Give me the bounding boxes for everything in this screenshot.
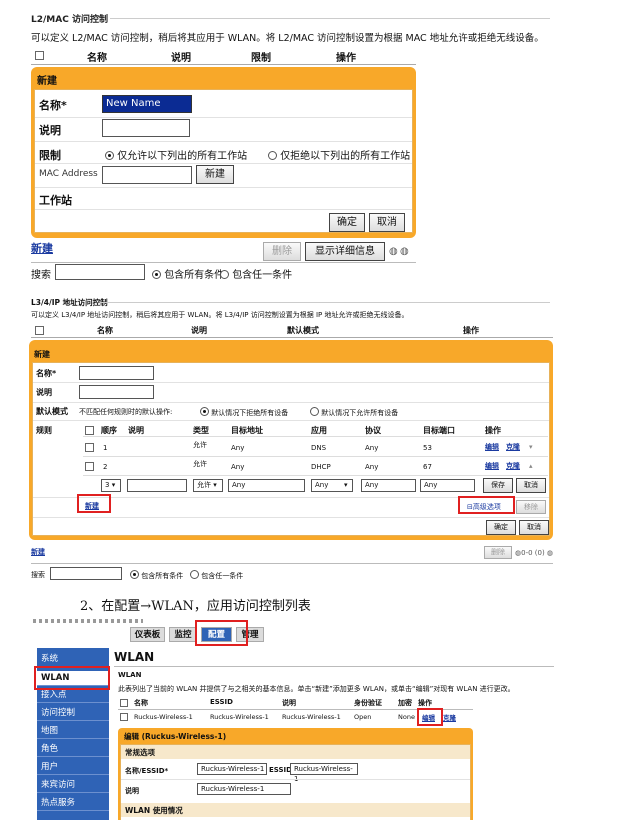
type-select[interactable]: 允许 ▾ — [193, 479, 223, 492]
rule-new-row: 3 ▾ 允许 ▾ Any Any ▾ Any Any 保存 取消 — [83, 477, 548, 495]
highlight-advanced — [458, 496, 515, 514]
rule-clone-link[interactable]: 克隆 — [506, 442, 520, 452]
mode-allow-option[interactable]: 默认情况下允许所有设备 — [310, 407, 398, 418]
l2-table-header: 名称 说明 限制 操作 — [31, 48, 416, 65]
highlight-new-link — [77, 494, 111, 513]
col-action: 操作 — [336, 53, 356, 64]
rule-edit-link[interactable]: 编辑 — [485, 461, 499, 471]
deny-option[interactable]: 仅拒绝以下列出的所有工作站 — [268, 147, 410, 162]
l3-description: 可以定义 L3/4/IP 地址访问控制，稍后将其应用于 WLAN。将 L3/4/… — [31, 311, 409, 319]
l2-show-details-button[interactable]: 显示详细信息 — [305, 242, 385, 261]
prev-page-icon[interactable]: ◍ — [389, 246, 398, 257]
tab-dashboard[interactable]: 仪表板 — [130, 627, 165, 642]
wlan-edit-panel: 编辑 (Ruckus-Wireless-1) 常规选项 名称/ESSID* Ru… — [118, 728, 473, 820]
wlan-heading: WLAN — [114, 650, 155, 664]
desc-label: 说明 — [39, 124, 61, 137]
l3-cancel-button[interactable]: 取消 — [519, 520, 549, 535]
l3-new-link[interactable]: 新建 — [31, 547, 45, 557]
l2-cancel-button[interactable]: 取消 — [369, 213, 405, 232]
step-instruction: 2、在配置→WLAN，应用访问控制列表 — [80, 599, 311, 614]
sidebar-item-ap[interactable]: 接入点 — [37, 688, 109, 703]
order-select[interactable]: 3 ▾ — [101, 479, 121, 492]
l3-ok-button[interactable]: 确定 — [486, 520, 516, 535]
rule-row: 1 允许 Any DNS Any 53 编辑 克隆 ▾ — [83, 439, 548, 457]
rule-save-button[interactable]: 保存 — [483, 478, 513, 493]
mac-create-button[interactable]: 新建 — [196, 165, 234, 184]
proto-input[interactable]: Any — [361, 479, 416, 492]
l2-section-title: L2/MAC 访问控制 — [31, 15, 108, 25]
l2-description: 可以定义 L2/MAC 访问控制，稍后将其应用于 WLAN。将 L2/MAC 访… — [31, 33, 544, 44]
l3-desc-input[interactable] — [79, 385, 154, 399]
name-label: 名称* — [39, 99, 67, 112]
move-down-icon[interactable]: ▾ — [529, 443, 533, 451]
station-label: 工作站 — [39, 194, 72, 207]
name-input[interactable]: New Name — [102, 95, 192, 113]
restrict-label: 限制 — [39, 149, 61, 162]
sidebar-item-maps[interactable]: 地图 — [37, 724, 109, 739]
mac-input[interactable] — [102, 166, 192, 184]
l3-select-all-checkbox[interactable] — [35, 326, 44, 335]
rule-edit-link[interactable]: 编辑 — [485, 442, 499, 452]
sidebar-item-system[interactable]: 系统 — [37, 652, 109, 667]
l2-new-link[interactable]: 新建 — [31, 240, 53, 256]
rules-header: 顺序 说明 类型 目标地址 应用 协议 目标端口 操作 — [83, 423, 548, 437]
rule-cancel-button[interactable]: 取消 — [516, 478, 546, 493]
l2-search-label: 搜索 — [31, 270, 51, 281]
l3-section-title: L3/4/IP 地址访问控制 — [31, 298, 108, 307]
l3-delete-button[interactable]: 删除 — [484, 546, 512, 559]
sidebar-item-roles[interactable]: 角色 — [37, 742, 109, 757]
wlan-name-input[interactable]: Ruckus-Wireless-1 — [197, 763, 267, 775]
l3-name-input[interactable] — [79, 366, 154, 380]
mode-deny-option[interactable]: 默认情况下拒绝所有设备 — [200, 407, 288, 418]
l3-match-any[interactable]: 包含任一条件 — [190, 570, 243, 581]
wlan-desc-input[interactable]: Ruckus-Wireless-1 — [197, 783, 291, 795]
l2-match-any[interactable]: 包含任一条件 — [220, 266, 292, 281]
next-page-icon[interactable]: ◍ — [400, 246, 409, 257]
dropdown-arrow-icon[interactable]: ▾ — [344, 481, 348, 489]
wlan-usage-header: WLAN 使用情况 — [121, 803, 470, 817]
rule-desc-input[interactable] — [127, 479, 187, 492]
move-up-icon[interactable]: ▴ — [529, 462, 533, 470]
l3-table-header: 名称 说明 默认模式 操作 — [31, 324, 553, 338]
highlight-wlan-item — [34, 666, 110, 690]
desc-input[interactable] — [102, 119, 190, 137]
panel-title: 新建 — [37, 76, 57, 87]
edit-panel-title: 编辑 (Ruckus-Wireless-1) — [124, 732, 227, 741]
sidebar-item-access-control[interactable]: 访问控制 — [37, 706, 109, 721]
port-input[interactable]: Any — [420, 479, 475, 492]
allow-option[interactable]: 仅允许以下列出的所有工作站 — [105, 147, 247, 162]
rule-row: 2 允许 Any DHCP Any 67 编辑 克隆 ▴ — [83, 458, 548, 476]
sidebar-item-hotspot[interactable]: 热点服务 — [37, 796, 109, 811]
col-desc: 说明 — [171, 53, 191, 64]
col-restrict: 限制 — [251, 53, 271, 64]
wlan-essid-input[interactable]: Ruckus-Wireless-1 — [290, 763, 358, 783]
divider — [110, 18, 550, 19]
sidebar-item-guest[interactable]: 来宾访问 — [37, 778, 109, 793]
select-all-checkbox[interactable] — [35, 51, 44, 60]
l3-match-all[interactable]: 包含所有条件 — [130, 570, 183, 581]
l2-new-panel: 新建 名称* New Name 说明 限制 仅允许以下列出的所有工作站 仅拒绝以… — [31, 67, 416, 238]
dest-input[interactable]: Any — [228, 479, 305, 492]
highlight-configure-tab — [195, 620, 248, 646]
l2-search-input[interactable] — [55, 264, 145, 280]
rule-clone-link[interactable]: 克隆 — [506, 461, 520, 471]
rule-remove-button[interactable]: 移除 — [516, 500, 546, 514]
pager: ◍0-0 (0) ◍ — [515, 549, 554, 557]
l2-delete-button[interactable]: 删除 — [263, 242, 301, 261]
wlan-description: 此表列出了当前的 WLAN 并提供了与之相关的基本信息。单击“新建”添加更多 W… — [118, 685, 515, 693]
col-name: 名称 — [87, 53, 107, 64]
l2-form: 名称* New Name 说明 限制 仅允许以下列出的所有工作站 仅拒绝以下列出… — [34, 89, 413, 233]
sidebar-item-users[interactable]: 用户 — [37, 760, 109, 775]
mac-label: MAC Address — [39, 169, 98, 179]
l2-ok-button[interactable]: 确定 — [329, 213, 365, 232]
general-options-header: 常规选项 — [121, 745, 470, 759]
l3-search-input[interactable] — [50, 567, 122, 580]
highlight-edit-link — [417, 708, 443, 726]
wlan-clone-link[interactable]: 克隆 — [443, 712, 456, 722]
tab-monitor[interactable]: 监控 — [169, 627, 197, 642]
l2-match-all[interactable]: 包含所有条件 — [152, 266, 224, 281]
